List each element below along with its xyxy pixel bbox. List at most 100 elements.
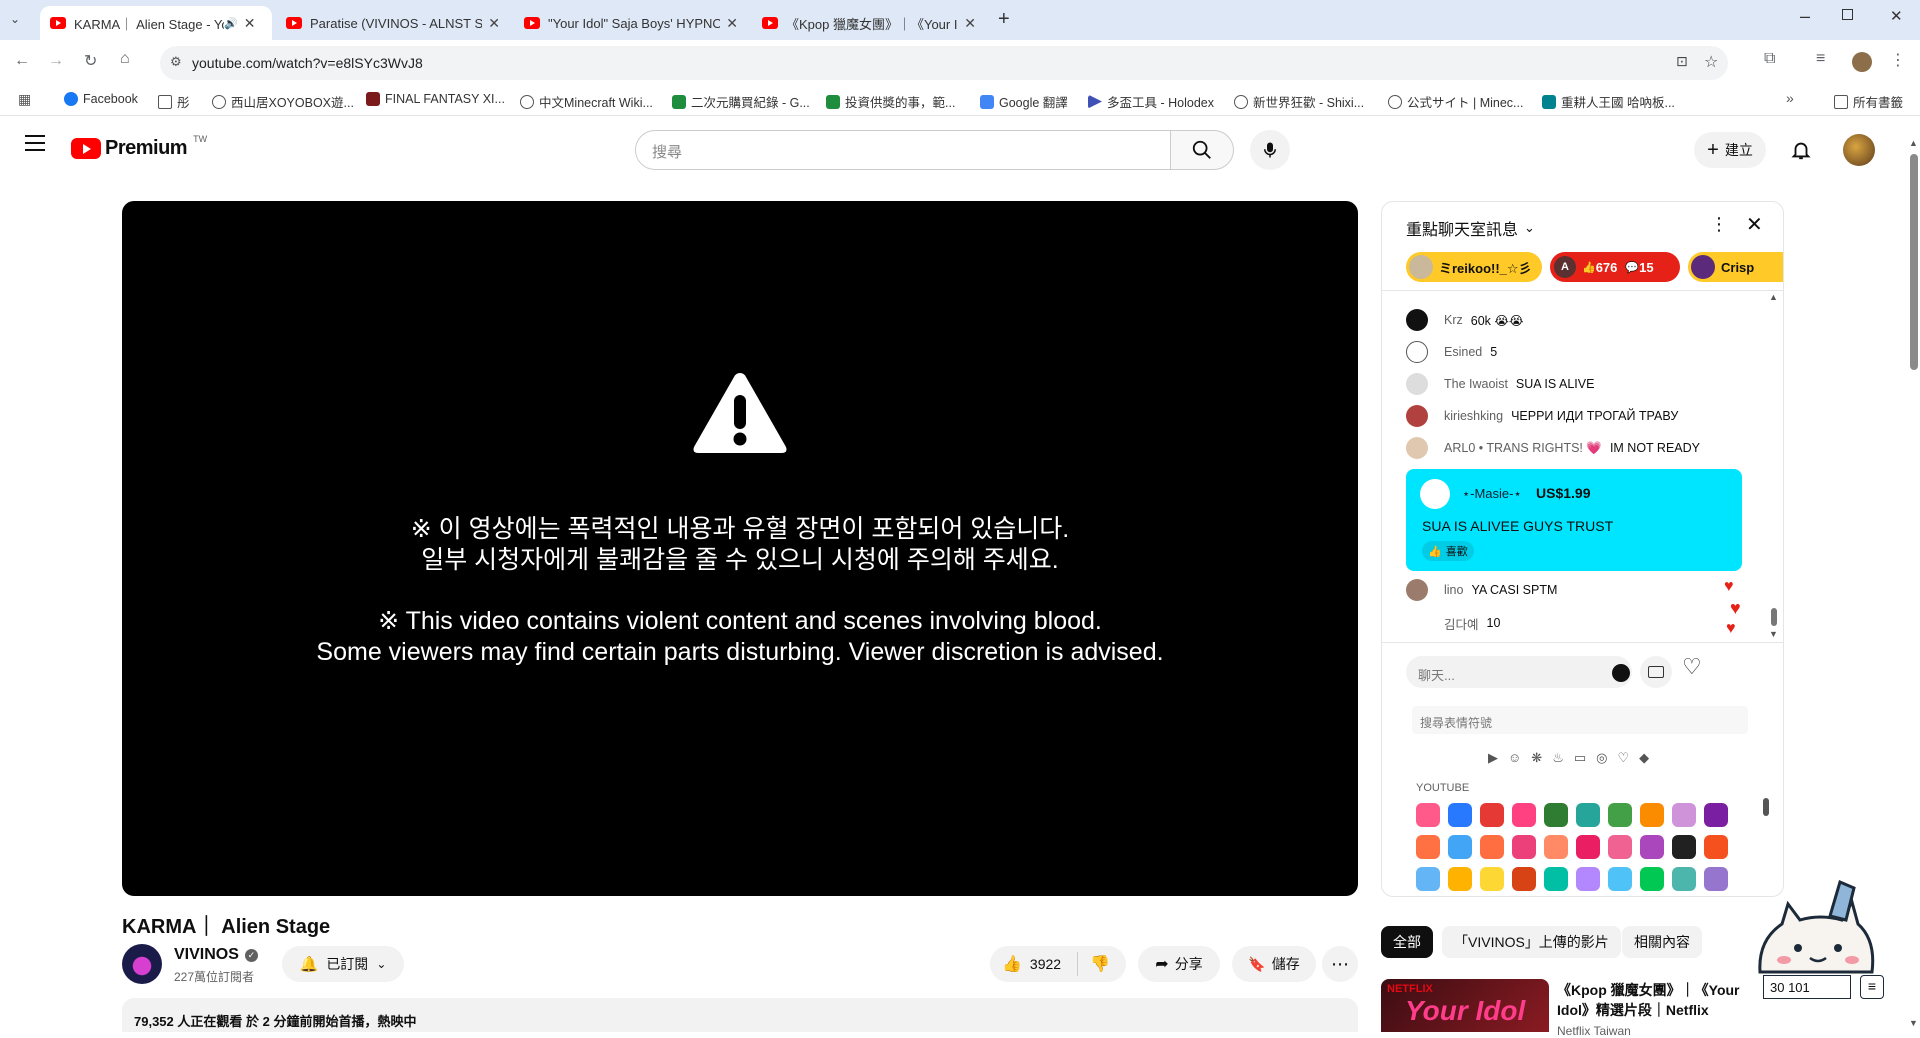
emoji-tile[interactable] <box>1704 835 1728 859</box>
emoji-tile[interactable] <box>1576 803 1600 827</box>
scroll-up-icon[interactable]: ▲ <box>1769 292 1778 302</box>
chat-message[interactable]: 김다예 10 <box>1406 611 1500 635</box>
apps-grid-icon[interactable]: ▦ <box>18 91 31 108</box>
emoji-tile[interactable] <box>1608 867 1632 891</box>
bookmark-google-translate[interactable]: Google 翻譯 <box>980 92 1068 111</box>
emoji-tile[interactable] <box>1608 803 1632 827</box>
chat-message[interactable]: ARL0 • TRANS RIGHTS! 💗 IM NOT READY <box>1406 436 1700 460</box>
travel-category-icon[interactable]: ▭ <box>1574 750 1586 766</box>
like-button[interactable]: 👍 3922 <box>990 952 1078 976</box>
description-box[interactable]: 79,352 人正在觀看 於 2 分鐘前開始首播，熱映中 <box>122 998 1358 1032</box>
reload-icon[interactable]: ↻ <box>84 51 97 71</box>
channel-avatar[interactable] <box>122 944 162 984</box>
bookmark-sheets-2[interactable]: 投資供獎的事，範... <box>826 92 955 111</box>
people-category-icon[interactable]: ❋ <box>1531 750 1542 766</box>
emoji-tile[interactable] <box>1512 867 1536 891</box>
superchat-like-button[interactable]: 👍 喜歡 <box>1422 541 1474 561</box>
widget-menu-button[interactable]: ≡ <box>1860 975 1884 999</box>
recommended-title-line2[interactable]: Idol》精選片段｜Netflix <box>1557 1000 1709 1020</box>
bookmark-facebook[interactable]: Facebook <box>64 92 138 106</box>
emoji-tile[interactable] <box>1448 867 1472 891</box>
chat-message[interactable]: lino YA CASI SPTM <box>1406 578 1557 602</box>
media-icon[interactable]: ≡ <box>1816 50 1825 68</box>
back-icon[interactable]: ← <box>14 52 30 70</box>
emoji-tile[interactable] <box>1672 835 1696 859</box>
channel-name[interactable]: VIVINOS ✓ <box>174 946 258 964</box>
emoji-tile[interactable] <box>1608 835 1632 859</box>
voice-search-button[interactable] <box>1250 130 1290 170</box>
super-chat-button[interactable] <box>1640 656 1672 688</box>
bookmark-star-icon[interactable]: ☆ <box>1704 52 1718 72</box>
chat-message[interactable]: Krz 60k 😭😭 <box>1406 308 1524 332</box>
emoji-tile[interactable] <box>1480 867 1504 891</box>
bookmark-forum[interactable]: 重耕人王國 哈吶板... <box>1542 92 1675 111</box>
ticker-reikoo[interactable]: ミreikoo!!_☆彡 <box>1406 252 1542 282</box>
emoji-tile[interactable] <box>1480 803 1504 827</box>
chat-more-icon[interactable]: ⋮ <box>1710 214 1728 235</box>
recommended-thumbnail[interactable]: NETFLIX Your Idol <box>1381 979 1549 1032</box>
ticker-crisp[interactable]: Crisp <box>1688 252 1783 282</box>
chat-message[interactable]: Esined 5 <box>1406 340 1497 364</box>
menu-icon[interactable]: ⋮ <box>1890 50 1906 70</box>
bookmark-ffxi[interactable]: FINAL FANTASY XI... <box>366 92 505 106</box>
video-player[interactable]: ※ 이 영상에는 폭력적인 내용과 유혈 장면이 포함되어 있습니다. 일부 시… <box>122 201 1358 896</box>
scroll-down-icon[interactable]: ▼ <box>1769 629 1778 639</box>
account-avatar[interactable] <box>1843 134 1875 166</box>
search-button[interactable] <box>1171 130 1234 170</box>
emoji-tile[interactable] <box>1416 867 1440 891</box>
emoji-tile[interactable] <box>1704 803 1728 827</box>
tab-paratise[interactable]: Paratise (VIVINOS - ALNST Su ✕ <box>276 6 510 40</box>
emoji-tile[interactable] <box>1480 835 1504 859</box>
home-icon[interactable]: ⌂ <box>120 50 130 68</box>
bookmark-xoyobox[interactable]: 西山居XOYOBOX遊... <box>212 92 354 111</box>
url-text[interactable]: youtube.com/watch?v=e8lSYc3WvJ8 <box>192 55 423 71</box>
mascot-cat-icon[interactable] <box>1754 876 1878 978</box>
subscribed-button[interactable]: 🔔 已訂閱 ⌄ <box>282 946 404 982</box>
extensions-icon[interactable]: ⧉ <box>1764 50 1775 68</box>
restore-icon[interactable] <box>1842 9 1853 20</box>
recommended-channel[interactable]: Netflix Taiwan <box>1557 1024 1631 1038</box>
youtube-category-icon[interactable]: ▶ <box>1488 750 1498 766</box>
new-tab-icon[interactable]: + <box>998 8 1010 31</box>
speaker-icon[interactable]: 🔊 <box>224 17 238 30</box>
bookmark-minecraft-official[interactable]: 公式サイト | Minec... <box>1388 92 1523 111</box>
emoji-scrollbar[interactable] <box>1763 798 1769 816</box>
emoji-tile[interactable] <box>1640 803 1664 827</box>
create-button[interactable]: + 建立 <box>1694 132 1766 168</box>
objects-category-icon[interactable]: ♡ <box>1617 750 1629 766</box>
emoji-tile[interactable] <box>1416 803 1440 827</box>
profile-avatar[interactable] <box>1852 52 1872 72</box>
chat-scrollbar[interactable] <box>1771 608 1777 626</box>
tab-karma[interactable]: KARMA｜ Alien Stage - Yo 🔊 ✕ <box>40 6 272 40</box>
page-scroll-up-icon[interactable]: ▲ <box>1909 138 1918 148</box>
hamburger-menu-icon[interactable] <box>25 135 45 151</box>
search-box[interactable]: 搜尋 <box>635 130 1171 170</box>
ticker-likes[interactable]: A 👍 676 💬 15 <box>1550 252 1680 282</box>
bookmark-holodex[interactable]: 多盃工具 - Holodex <box>1088 92 1214 111</box>
tab-kpop[interactable]: 《Kpop 獵魔女團》｜《Your Id ✕ <box>752 6 986 40</box>
thumbs-down-icon[interactable]: 👎 <box>1090 954 1110 974</box>
emoji-tile[interactable] <box>1576 867 1600 891</box>
emoji-tile[interactable] <box>1640 835 1664 859</box>
bookmark-folder[interactable]: 彤 <box>158 92 190 111</box>
heart-button[interactable]: ♡ <box>1682 654 1702 680</box>
minimize-icon[interactable]: – <box>1800 6 1810 27</box>
forward-icon[interactable]: → <box>48 52 64 70</box>
close-chat-icon[interactable]: ✕ <box>1746 212 1763 237</box>
chat-message[interactable]: The Iwaoist SUA IS ALIVE <box>1406 372 1594 396</box>
notifications-bell-icon[interactable] <box>1790 139 1812 161</box>
emoji-tile[interactable] <box>1448 803 1472 827</box>
chat-input[interactable]: 聊天... <box>1406 656 1632 688</box>
more-bookmarks-icon[interactable]: » <box>1786 90 1794 106</box>
close-tab-icon[interactable]: ✕ <box>726 15 738 32</box>
chip-uploads[interactable]: 「VIVINOS」上傳的影片 <box>1442 926 1621 958</box>
emoji-icon[interactable] <box>1612 664 1630 682</box>
search-input[interactable]: 搜尋 <box>652 141 682 162</box>
close-tab-icon[interactable]: ✕ <box>964 15 976 32</box>
recommended-title-line1[interactable]: 《Kpop 獵魔女團》｜《Your <box>1557 980 1740 1000</box>
bookmark-minecraft-wiki[interactable]: 中文Minecraft Wiki... <box>520 92 653 111</box>
address-bar[interactable]: ⚙ youtube.com/watch?v=e8lSYc3WvJ8 ⊡ ☆ <box>160 46 1728 80</box>
emoji-tile[interactable] <box>1544 803 1568 827</box>
install-icon[interactable]: ⊡ <box>1676 53 1688 70</box>
youtube-logo[interactable]: Premium TW <box>71 134 207 160</box>
